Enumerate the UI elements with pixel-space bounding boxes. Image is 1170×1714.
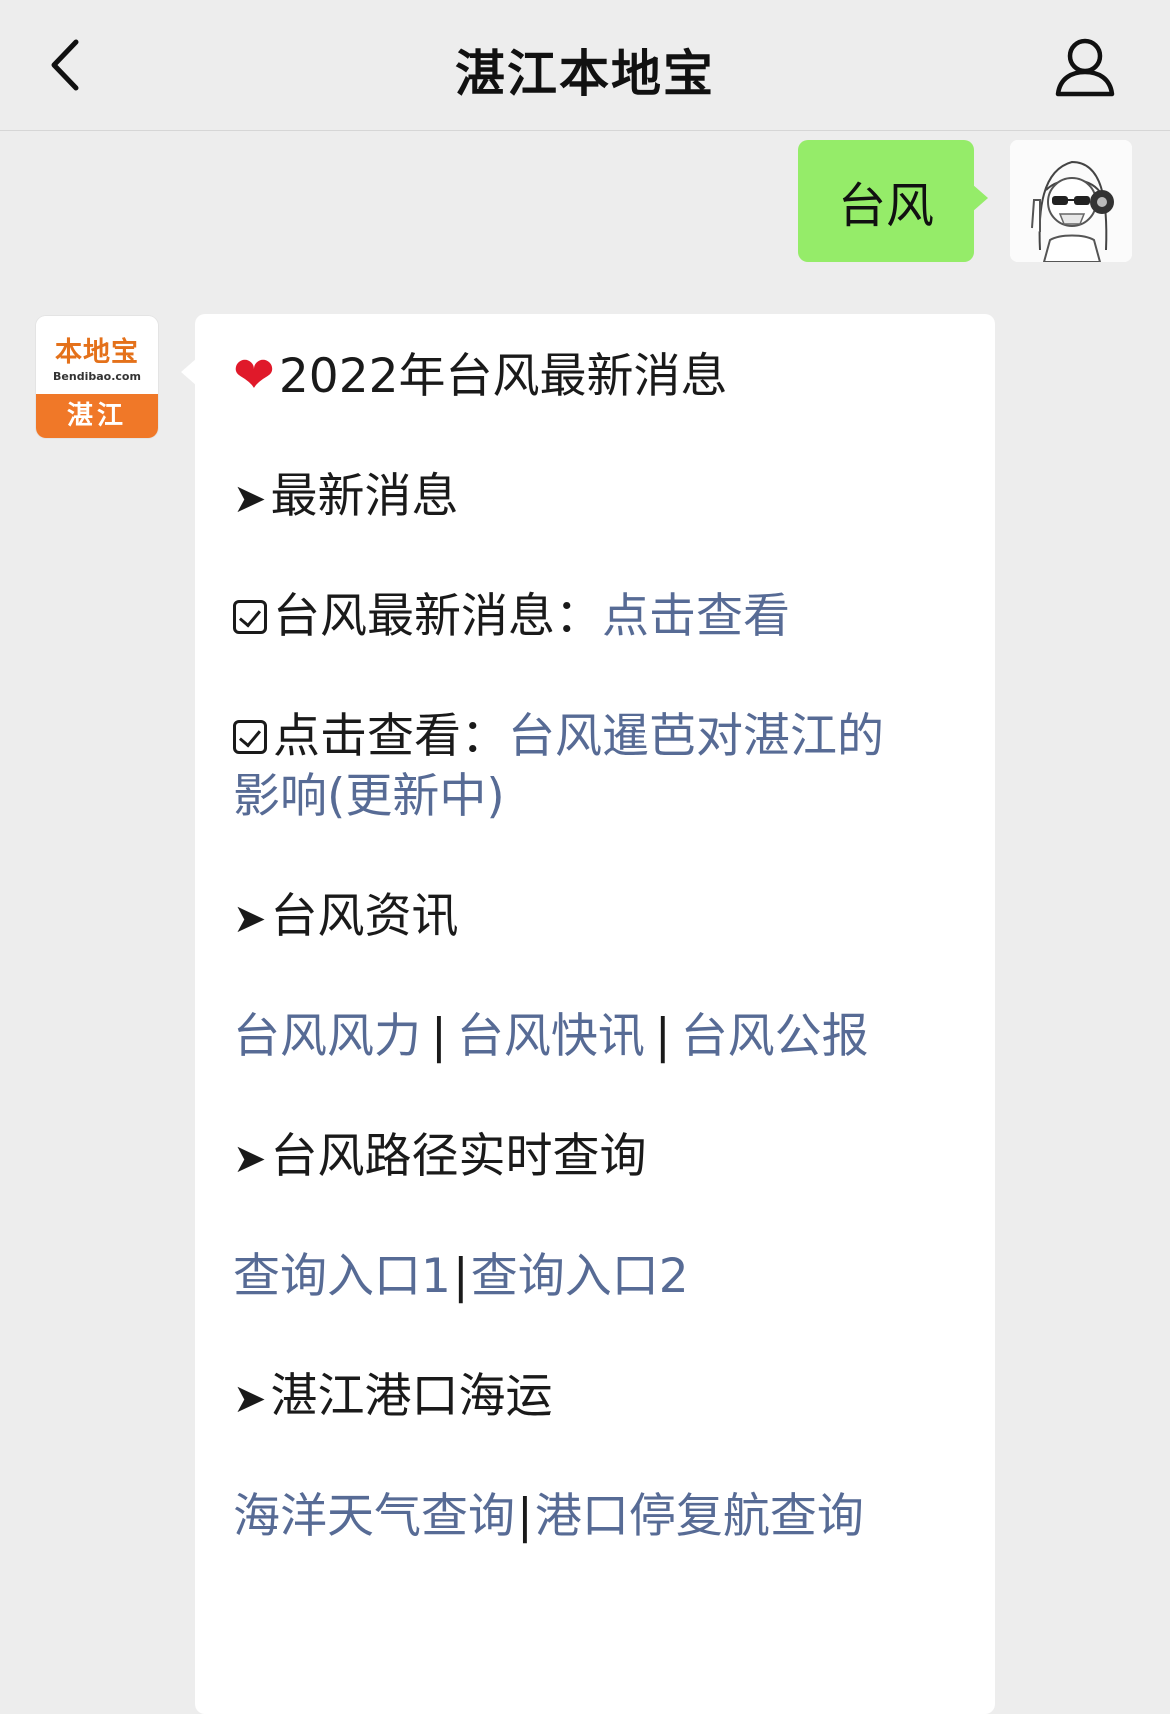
bot-logo-text: 本地宝 <box>55 337 139 368</box>
arrow-icon: ➤ <box>233 1136 267 1182</box>
section-port: ➤湛江港口海运 <box>233 1366 553 1430</box>
user-avatar[interactable] <box>1010 140 1132 262</box>
port-status-link[interactable]: 港口停复航查询 <box>535 1489 864 1544</box>
bot-avatar-top: 本地宝 Bendibao.com <box>36 316 158 394</box>
view-impact-label: 点击查看： <box>273 709 508 764</box>
section-path: ➤台风路径实时查询 <box>233 1126 647 1190</box>
ocean-weather-link[interactable]: 海洋天气查询 <box>233 1489 515 1544</box>
view-impact-line: 点击查看：台风暹芭对湛江的 <box>233 706 884 768</box>
section-info: ➤台风资讯 <box>233 886 459 950</box>
checkbox-icon <box>233 600 267 634</box>
arrow-icon: ➤ <box>233 896 267 942</box>
arrow-icon: ➤ <box>233 476 267 522</box>
section-info-label: 台风资讯 <box>270 889 459 944</box>
arrow-icon: ➤ <box>233 1376 267 1422</box>
view-impact-line-2: 影响(更新中) <box>233 766 505 828</box>
typhoon-impact-link-cont[interactable]: 影响(更新中) <box>233 769 505 824</box>
checkbox-icon <box>233 720 267 754</box>
typhoon-bulletin-link[interactable]: 台风快讯 <box>457 1009 645 1064</box>
latest-news-link[interactable]: 点击查看 <box>602 589 790 644</box>
separator: | <box>431 1009 447 1064</box>
profile-button[interactable] <box>1050 32 1120 102</box>
latest-news-line: 台风最新消息：点击查看 <box>233 586 790 648</box>
heart-icon: ❤ <box>233 346 275 404</box>
message-title: 2022年台风最新消息 <box>278 349 728 404</box>
incoming-message-bubble: ❤2022年台风最新消息 ➤最新消息 台风最新消息：点击查看 点击查看：台风暹芭… <box>181 314 995 1714</box>
query-entry-2-link[interactable]: 查询入口2 <box>471 1249 689 1304</box>
nav-bar: 湛江本地宝 <box>0 0 1170 131</box>
path-links-line: 查询入口1|查询入口2 <box>233 1246 689 1308</box>
section-port-label: 湛江港口海运 <box>270 1369 553 1424</box>
anime-girl-avatar-icon <box>1010 140 1132 262</box>
section-latest-label: 最新消息 <box>270 469 459 524</box>
section-path-label: 台风路径实时查询 <box>270 1129 647 1184</box>
person-icon <box>1055 38 1115 97</box>
typhoon-wind-link[interactable]: 台风风力 <box>233 1009 421 1064</box>
latest-news-label: 台风最新消息： <box>273 589 602 644</box>
typhoon-report-link[interactable]: 台风公报 <box>681 1009 869 1064</box>
bot-logo-url: Bendibao.com <box>53 370 141 383</box>
separator: | <box>452 1249 469 1304</box>
page-title: 湛江本地宝 <box>455 45 715 103</box>
separator: | <box>517 1489 533 1544</box>
bot-city-label: 湛江 <box>36 394 158 438</box>
info-links-line: 台风风力 | 台风快讯 | 台风公报 <box>233 1006 869 1068</box>
query-entry-1-link[interactable]: 查询入口1 <box>233 1249 451 1304</box>
message-title-line: ❤2022年台风最新消息 <box>233 344 728 408</box>
separator: | <box>654 1009 671 1064</box>
port-links-line: 海洋天气查询|港口停复航查询 <box>233 1486 864 1548</box>
outgoing-message-text: 台风 <box>837 178 934 234</box>
typhoon-impact-link[interactable]: 台风暹芭对湛江的 <box>508 709 884 764</box>
outgoing-message-bubble[interactable]: 台风 <box>798 140 988 262</box>
bot-avatar[interactable]: 本地宝 Bendibao.com 湛江 <box>36 316 158 438</box>
section-latest: ➤最新消息 <box>233 466 459 530</box>
